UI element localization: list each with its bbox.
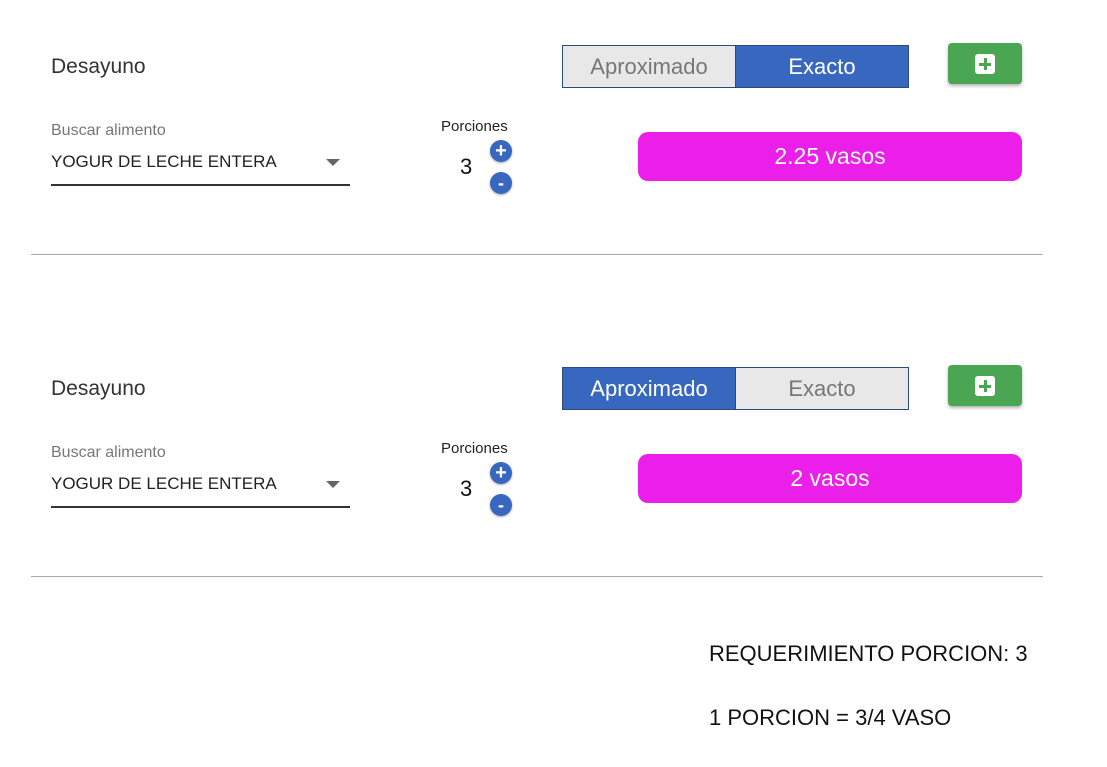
toggle-aproximado[interactable]: Aproximado bbox=[563, 368, 736, 409]
dropdown-caret-icon bbox=[326, 159, 340, 166]
search-label: Buscar alimento bbox=[51, 444, 166, 461]
increment-portions-button[interactable]: + bbox=[490, 140, 512, 162]
search-label: Buscar alimento bbox=[51, 122, 166, 139]
dropdown-caret-icon bbox=[326, 481, 340, 488]
plus-square-icon bbox=[975, 53, 995, 74]
section-divider bbox=[31, 576, 1043, 577]
plus-square-icon bbox=[975, 375, 995, 396]
portions-value: 3 bbox=[460, 154, 473, 179]
add-food-button[interactable] bbox=[948, 43, 1022, 84]
food-select[interactable]: YOGUR DE LECHE ENTERA bbox=[51, 150, 350, 186]
food-select-value: YOGUR DE LECHE ENTERA bbox=[51, 152, 277, 171]
decrement-portions-button[interactable]: - bbox=[490, 172, 512, 194]
food-select-value: YOGUR DE LECHE ENTERA bbox=[51, 474, 277, 493]
portion-result: 2 vasos bbox=[638, 454, 1022, 503]
portions-label: Porciones bbox=[441, 118, 508, 135]
toggle-aproximado[interactable]: Aproximado bbox=[563, 46, 736, 87]
toggle-exacto[interactable]: Exacto bbox=[736, 46, 908, 87]
increment-portions-button[interactable]: + bbox=[490, 462, 512, 484]
meal-title: Desayuno bbox=[51, 377, 146, 400]
portions-value: 3 bbox=[460, 476, 473, 501]
decrement-portions-button[interactable]: - bbox=[490, 494, 512, 516]
mode-toggle: Aproximado Exacto bbox=[562, 45, 909, 88]
portion-result: 2.25 vasos bbox=[638, 132, 1022, 181]
portions-label: Porciones bbox=[441, 440, 508, 457]
mode-toggle: Aproximado Exacto bbox=[562, 367, 909, 410]
portion-equivalence-note: 1 PORCION = 3/4 VASO bbox=[709, 705, 952, 730]
meal-section-exact: Desayuno Aproximado Exacto Buscar alimen… bbox=[0, 0, 1107, 255]
meal-title: Desayuno bbox=[51, 55, 146, 78]
add-food-button[interactable] bbox=[948, 365, 1022, 406]
portion-requirement-note: REQUERIMIENTO PORCION: 3 bbox=[709, 641, 1028, 666]
meal-section-approx: Desayuno Aproximado Exacto Buscar alimen… bbox=[0, 322, 1107, 577]
food-select[interactable]: YOGUR DE LECHE ENTERA bbox=[51, 472, 350, 508]
section-divider bbox=[31, 254, 1043, 255]
toggle-exacto[interactable]: Exacto bbox=[736, 368, 908, 409]
